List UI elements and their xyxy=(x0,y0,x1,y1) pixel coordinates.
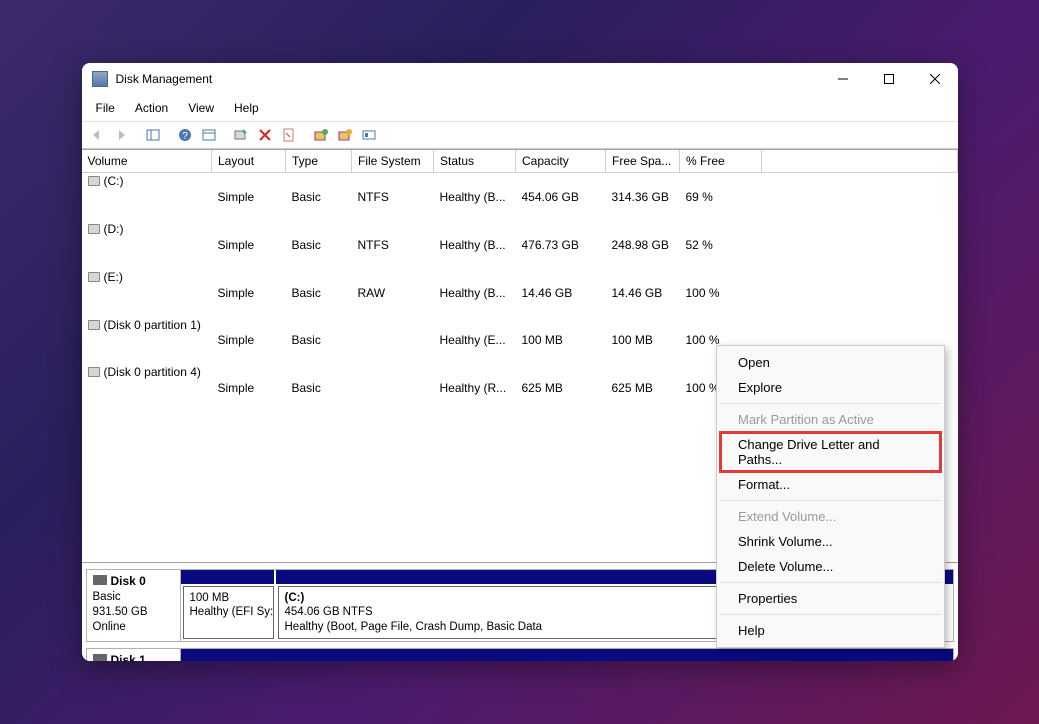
col-type[interactable]: Type xyxy=(286,150,352,172)
help-icon[interactable]: ? xyxy=(174,124,196,146)
drive-icon xyxy=(88,224,100,234)
menu-action[interactable]: Action xyxy=(125,97,178,119)
detach-vhd-icon[interactable] xyxy=(358,124,380,146)
ctx-separator xyxy=(720,403,941,404)
disk-1-row[interactable]: Disk 1 Removable 14.47 GB Online (E:) 14… xyxy=(86,648,954,661)
ctx-explore[interactable]: Explore xyxy=(720,375,941,400)
forward-button[interactable] xyxy=(110,124,132,146)
ctx-change-drive-letter[interactable]: Change Drive Letter and Paths... xyxy=(720,432,941,472)
drive-icon xyxy=(88,367,100,377)
col-status[interactable]: Status xyxy=(434,150,516,172)
svg-text:?: ? xyxy=(182,131,188,142)
close-button[interactable] xyxy=(912,63,958,95)
back-button[interactable] xyxy=(86,124,108,146)
disk-0-label: Disk 0 Basic 931.50 GB Online xyxy=(87,570,181,641)
col-capacity[interactable]: Capacity xyxy=(516,150,606,172)
partition-efi[interactable]: 100 MB Healthy (EFI Sy: xyxy=(183,586,274,639)
drive-icon xyxy=(88,176,100,186)
app-icon xyxy=(92,71,108,87)
menu-help[interactable]: Help xyxy=(224,97,269,119)
table-row[interactable]: (C:)SimpleBasicNTFSHealthy (B...454.06 G… xyxy=(82,172,958,221)
ctx-separator xyxy=(720,500,941,501)
partition-band xyxy=(181,649,953,661)
menubar: File Action View Help xyxy=(82,95,958,121)
ctx-open[interactable]: Open xyxy=(720,350,941,375)
window-controls xyxy=(820,63,958,95)
context-menu: Open Explore Mark Partition as Active Ch… xyxy=(716,345,945,648)
disk-icon xyxy=(93,654,107,661)
refresh-icon[interactable] xyxy=(230,124,252,146)
drive-icon xyxy=(88,272,100,282)
titlebar: Disk Management xyxy=(82,63,958,95)
col-volume[interactable]: Volume xyxy=(82,150,212,172)
disk-icon xyxy=(93,575,107,585)
properties-icon[interactable] xyxy=(278,124,300,146)
drive-icon xyxy=(88,320,100,330)
ctx-separator xyxy=(720,582,941,583)
col-filesystem[interactable]: File System xyxy=(352,150,434,172)
ctx-mark-active: Mark Partition as Active xyxy=(720,407,941,432)
menu-file[interactable]: File xyxy=(86,97,125,119)
attach-vhd-icon[interactable] xyxy=(334,124,356,146)
delete-icon[interactable] xyxy=(254,124,276,146)
ctx-separator xyxy=(720,614,941,615)
ctx-help[interactable]: Help xyxy=(720,618,941,643)
col-freespace[interactable]: Free Spa... xyxy=(606,150,680,172)
col-layout[interactable]: Layout xyxy=(212,150,286,172)
col-pctfree[interactable]: % Free xyxy=(680,150,762,172)
disk-1-label: Disk 1 Removable 14.47 GB Online xyxy=(87,649,181,661)
ctx-properties[interactable]: Properties xyxy=(720,586,941,611)
show-hide-console-tree-icon[interactable] xyxy=(142,124,164,146)
new-volume-icon[interactable] xyxy=(310,124,332,146)
table-row[interactable]: (D:)SimpleBasicNTFSHealthy (B...476.73 G… xyxy=(82,221,958,269)
minimize-button[interactable] xyxy=(820,63,866,95)
ctx-delete-volume[interactable]: Delete Volume... xyxy=(720,554,941,579)
toolbar: ? xyxy=(82,121,958,149)
table-row[interactable]: (E:)SimpleBasicRAWHealthy (B...14.46 GB1… xyxy=(82,269,958,317)
ctx-extend-volume: Extend Volume... xyxy=(720,504,941,529)
menu-view[interactable]: View xyxy=(178,97,224,119)
settings-actions-icon[interactable] xyxy=(198,124,220,146)
maximize-button[interactable] xyxy=(866,63,912,95)
window-title: Disk Management xyxy=(116,72,213,86)
col-spacer xyxy=(762,150,958,172)
ctx-format[interactable]: Format... xyxy=(720,472,941,497)
partition-c[interactable]: (C:) 454.06 GB NTFS Healthy (Boot, Page … xyxy=(278,586,771,639)
ctx-shrink-volume[interactable]: Shrink Volume... xyxy=(720,529,941,554)
